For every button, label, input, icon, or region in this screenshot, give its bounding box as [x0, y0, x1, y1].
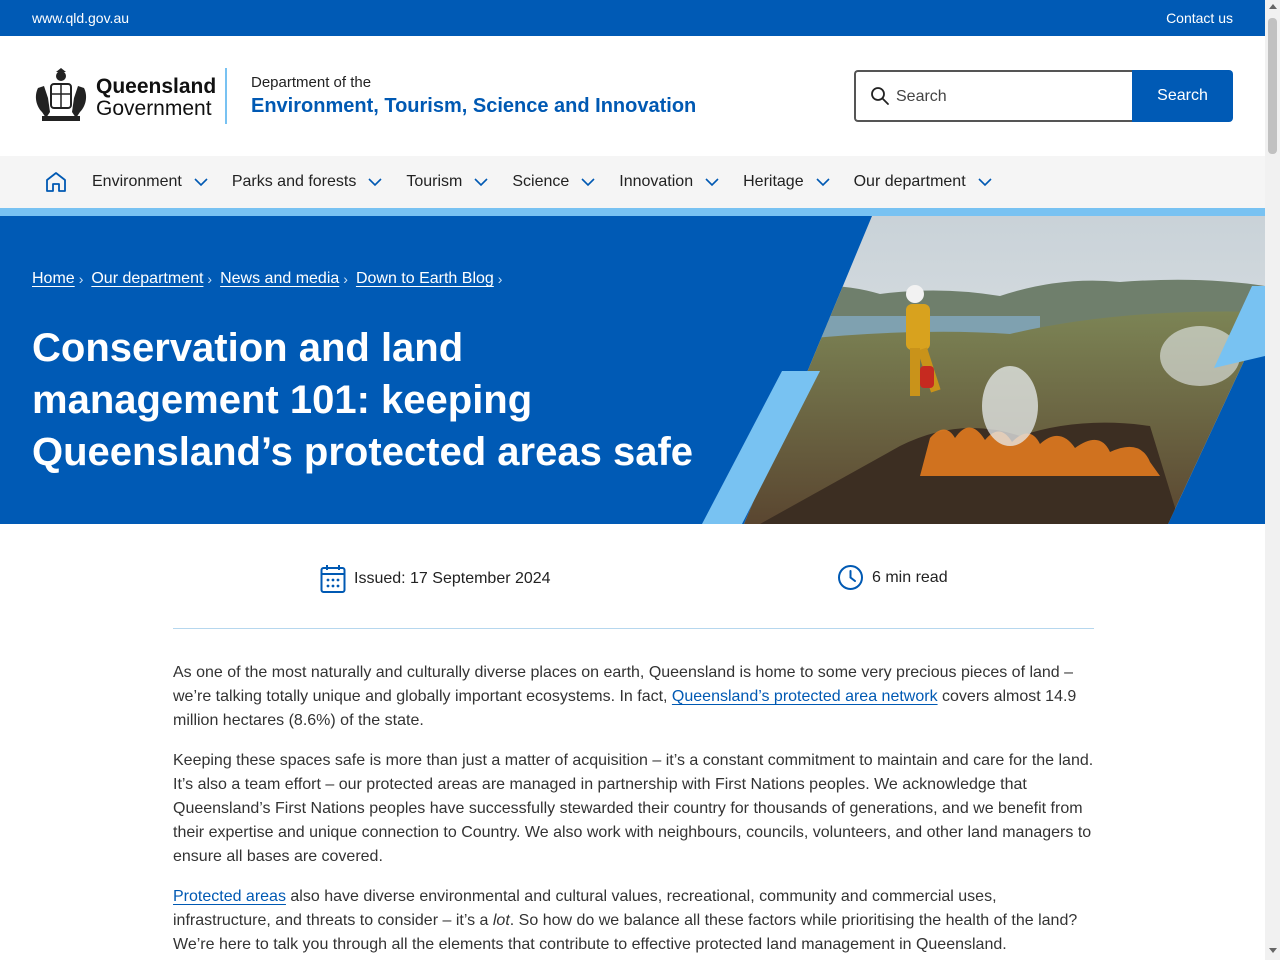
search-button[interactable]: Search: [1132, 70, 1233, 122]
chevron-down-icon: [978, 178, 992, 187]
contact-us-link[interactable]: Contact us: [1166, 10, 1233, 26]
chevron-down-icon: [368, 178, 382, 187]
breadcrumb-item: Our department ›: [91, 270, 212, 288]
top-utility-bar: www.qld.gov.au Contact us: [0, 0, 1265, 36]
issued-date-text: Issued: 17 September 2024: [354, 570, 551, 587]
nav-item-tourism[interactable]: Tourism: [406, 173, 488, 191]
hero-banner: Home › Our department › News and media › Down …: [0, 216, 1265, 524]
nav-item-innovation[interactable]: Innovation: [619, 173, 719, 191]
read-time-text: 6 min read: [872, 568, 948, 586]
queensland-government-logo[interactable]: Queensland Government: [32, 68, 216, 124]
nav-item-heritage[interactable]: Heritage: [743, 173, 830, 191]
article-body: As one of the most naturally and cultura…: [173, 661, 1098, 960]
header-divider: [225, 68, 227, 124]
scrollbar-thumb[interactable]: [1268, 18, 1277, 154]
paragraph-2: Keeping these spaces safe is more than j…: [173, 752, 1094, 865]
main-navigation: Environment Parks and forests Tourism Scien…: [0, 156, 1265, 208]
protected-areas-link[interactable]: Protected areas: [173, 888, 286, 905]
nav-item-label: Environment: [92, 173, 182, 190]
nav-item-label: Innovation: [619, 173, 694, 190]
chevron-down-icon: [705, 178, 719, 187]
breadcrumb-link-our-department[interactable]: Our department: [91, 270, 203, 288]
nav-item-our-department[interactable]: Our department: [854, 173, 992, 191]
breadcrumb-item: Down to Earth Blog ›: [356, 270, 503, 288]
logo-line-government: Government: [96, 97, 212, 120]
breadcrumb-item: Home ›: [32, 270, 83, 288]
breadcrumb-chevron-icon: ›: [497, 271, 503, 287]
nav-item-environment[interactable]: Environment: [92, 173, 208, 191]
search-icon: [871, 87, 889, 105]
page-title: Conservation and land management 101: ke…: [32, 326, 694, 474]
breadcrumb-link-home[interactable]: Home: [32, 270, 75, 288]
nav-items: Environment Parks and forests Tourism Scien…: [92, 156, 1016, 208]
chevron-down-icon: [816, 178, 830, 187]
breadcrumb-chevron-icon: ›: [343, 271, 348, 287]
breadcrumb-link-down-to-earth-blog[interactable]: Down to Earth Blog: [356, 270, 494, 288]
nav-accent-strip: [0, 208, 1265, 216]
logo-line-queensland: Queensland: [96, 75, 217, 98]
content-divider: [173, 628, 1094, 629]
read-time: 6 min read: [837, 564, 948, 591]
queensland-coat-of-arms-icon: [35, 68, 87, 121]
breadcrumb-chevron-icon: ›: [207, 271, 213, 287]
home-icon[interactable]: [44, 170, 68, 194]
department-name[interactable]: Department of the Environment, Tourism, …: [251, 74, 696, 118]
qld-gov-link[interactable]: www.qld.gov.au: [32, 10, 129, 26]
breadcrumb-item: News and media ›: [220, 270, 348, 288]
scroll-down-arrow[interactable]: [1269, 948, 1277, 953]
nav-item-label: Science: [512, 173, 570, 190]
nav-item-label: Our department: [853, 173, 966, 190]
nav-item-science[interactable]: Science: [512, 173, 595, 191]
chevron-down-icon: [581, 178, 595, 187]
clock-icon: [838, 565, 863, 590]
nav-item-label: Parks and forests: [231, 173, 357, 190]
issued-date: Issued: 17 September 2024: [320, 564, 551, 594]
protected-area-network-link[interactable]: Queensland’s protected area network: [672, 688, 938, 705]
paragraph-3: Protected areas also have diverse enviro…: [173, 888, 1078, 953]
breadcrumb-chevron-icon: ›: [78, 271, 84, 287]
nav-item-label: Tourism: [406, 173, 463, 190]
chevron-down-icon: [194, 178, 208, 187]
nav-item-parks-and-forests[interactable]: Parks and forests: [232, 173, 383, 191]
department-prefix: Department of the: [251, 74, 372, 91]
breadcrumb: Home › Our department › News and media › Down …: [32, 270, 510, 288]
scroll-up-arrow[interactable]: [1269, 4, 1277, 9]
department-title: Environment, Tourism, Science and Innova…: [251, 95, 697, 117]
paragraph-1: As one of the most naturally and cultura…: [173, 664, 1077, 729]
site-search: Search: [854, 70, 1234, 122]
calendar-icon: [320, 565, 346, 593]
breadcrumb-link-news-and-media[interactable]: News and media: [220, 270, 339, 288]
site-header: Queensland Government Department of the …: [0, 36, 1265, 156]
search-input[interactable]: [896, 84, 1126, 110]
page-scrollbar[interactable]: [1265, 0, 1280, 960]
nav-item-label: Heritage: [743, 173, 804, 190]
chevron-down-icon: [474, 178, 488, 187]
search-field: [854, 70, 1134, 122]
